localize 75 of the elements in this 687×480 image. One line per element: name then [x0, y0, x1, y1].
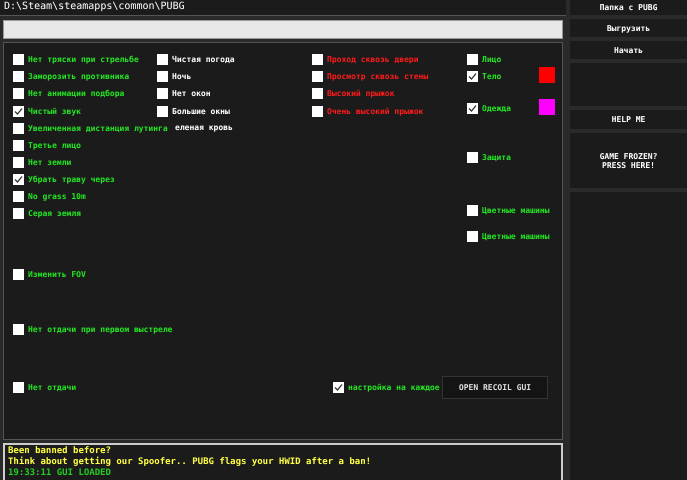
option-label: Нет окон	[172, 89, 211, 98]
checkbox[interactable]	[467, 54, 478, 65]
checkbox[interactable]	[13, 157, 24, 168]
log-line: Think about getting our Spoofer.. PUBG flags your HWID after a ban!	[8, 457, 372, 468]
checkbox[interactable]	[13, 106, 24, 117]
option-label: Третье лицо	[28, 141, 81, 150]
sidebar-button[interactable]: Выгрузить	[570, 19, 687, 37]
color-swatch[interactable]	[539, 99, 555, 115]
option-label: Цветные машины	[482, 206, 550, 215]
checkbox[interactable]	[312, 106, 323, 117]
check-icon	[334, 383, 343, 392]
option-label: Защита	[482, 153, 511, 162]
option-label: Ночь	[172, 72, 192, 81]
checkbox[interactable]	[157, 71, 168, 82]
check-icon	[468, 72, 477, 81]
option-label: Тело	[482, 72, 502, 81]
open-recoil-button[interactable]: OPEN RECOIL GUI	[442, 376, 548, 399]
checkbox[interactable]	[13, 123, 24, 134]
checkbox[interactable]	[13, 71, 24, 82]
check-icon	[14, 107, 23, 116]
help-button[interactable]: HELP ME	[570, 110, 687, 129]
checkbox[interactable]	[312, 54, 323, 65]
option-label: Чистая погода	[172, 55, 235, 64]
sidebar-button[interactable]: Начать	[570, 41, 687, 59]
option-label: еленая кровь	[175, 123, 233, 132]
option-label: Нет тряски при стрельбе	[28, 55, 139, 64]
input-field[interactable]	[3, 20, 563, 39]
log-line: 19:33:11 GUI LOADED	[8, 468, 112, 479]
path-field[interactable]: D:\Steam\steamapps\common\PUBG	[0, 0, 566, 16]
checkbox[interactable]	[157, 54, 168, 65]
color-swatch[interactable]	[539, 67, 555, 83]
checkbox[interactable]	[13, 208, 24, 219]
option-label: Одежда	[482, 104, 511, 113]
checkbox[interactable]	[13, 191, 24, 202]
checkbox[interactable]	[467, 103, 478, 114]
option-label: No grass 10m	[28, 192, 86, 201]
option-label: Изменить FOV	[28, 270, 86, 279]
option-label: Цветные машины	[482, 232, 550, 241]
checkbox[interactable]	[13, 174, 24, 185]
checkbox[interactable]	[13, 269, 24, 280]
option-label: Большие окны	[172, 107, 230, 116]
option-label: Увеличенная дистанция лутинга	[28, 124, 168, 133]
checkbox[interactable]	[467, 231, 478, 242]
checkbox[interactable]	[312, 88, 323, 99]
option-label: Нет земли	[28, 158, 72, 167]
checkbox[interactable]	[13, 54, 24, 65]
option-label: Серая земля	[28, 209, 81, 218]
option-label: Лицо	[482, 55, 502, 64]
log-line: Been banned before?	[8, 446, 112, 456]
check-icon	[468, 104, 477, 113]
option-label: Чистый звук	[28, 107, 81, 116]
option-label: Убрать траву через	[28, 175, 115, 184]
option-label: настройка на каждое	[348, 383, 440, 392]
checkbox[interactable]	[13, 88, 24, 99]
check-icon	[14, 175, 23, 184]
checkbox[interactable]	[157, 88, 168, 99]
checkbox[interactable]	[333, 382, 344, 393]
checkbox[interactable]	[467, 71, 478, 82]
option-label: Нет отдачи	[28, 383, 76, 392]
checkbox[interactable]	[467, 205, 478, 216]
checkbox[interactable]	[157, 106, 168, 117]
option-label: Заморозить противника	[28, 72, 130, 81]
checkbox[interactable]	[13, 382, 24, 393]
checkbox[interactable]	[13, 140, 24, 151]
option-label: Просмотр сквозь стены	[327, 72, 428, 81]
option-label: Очень высокий прыжок	[327, 107, 424, 116]
checkbox[interactable]	[312, 71, 323, 82]
option-label: Нет отдачи при первом выстреле	[28, 325, 172, 334]
sidebar-button[interactable]: Папка с PUBG	[570, 0, 687, 15]
checkbox[interactable]	[467, 152, 478, 163]
option-label: Нет анимации подбора	[28, 89, 124, 98]
option-label: Проход сквозь двери	[327, 55, 419, 64]
option-label: Высокий прыжок	[327, 89, 394, 98]
checkbox[interactable]	[13, 324, 24, 335]
game-frozen-button[interactable]: GAME FROZEN? PRESS HERE!	[570, 133, 687, 188]
